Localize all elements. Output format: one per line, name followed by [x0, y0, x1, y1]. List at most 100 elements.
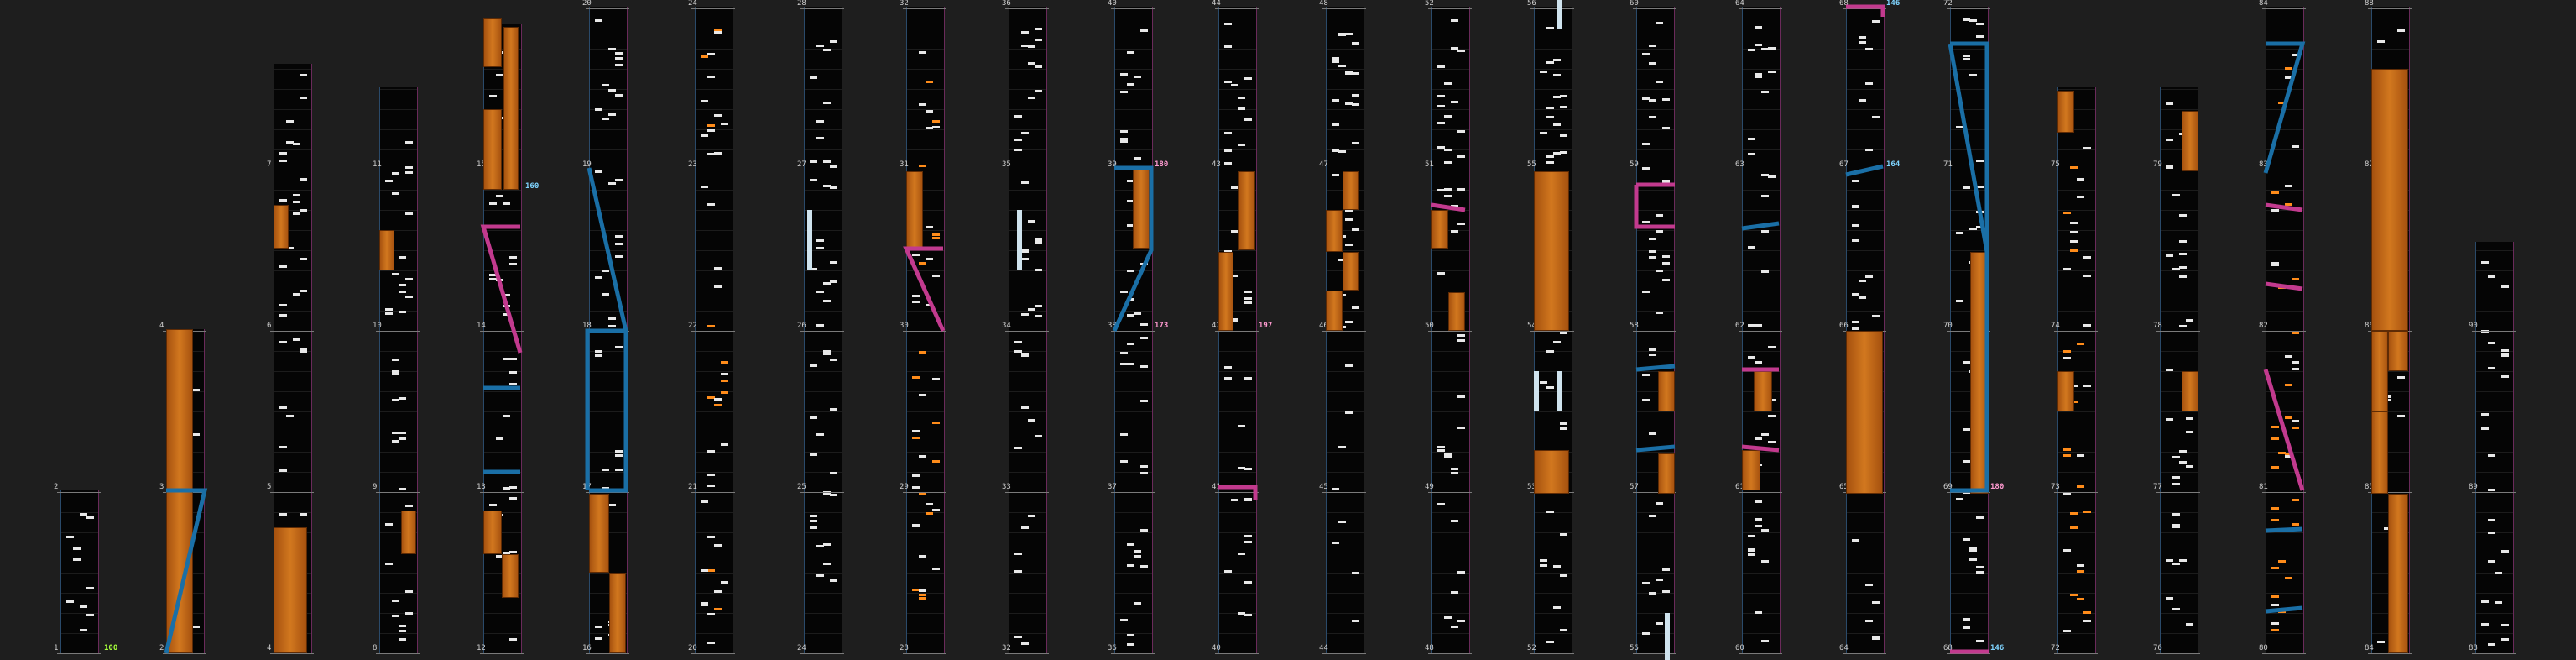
note[interactable]	[1649, 432, 1656, 435]
note[interactable]	[1444, 616, 1452, 620]
note[interactable]	[830, 40, 837, 44]
lane[interactable]	[379, 87, 418, 653]
hold-note[interactable]	[1238, 171, 1255, 250]
note[interactable]	[1127, 51, 1134, 55]
note[interactable]	[293, 293, 300, 296]
note[interactable]	[279, 198, 287, 202]
note[interactable]	[1332, 541, 1339, 544]
note[interactable]	[2063, 453, 2071, 457]
note[interactable]	[1540, 131, 1547, 134]
note[interactable]	[1546, 155, 1554, 158]
note[interactable]	[2172, 482, 2180, 485]
note[interactable]	[392, 614, 399, 617]
note[interactable]	[405, 212, 413, 215]
note[interactable]	[714, 30, 722, 34]
note[interactable]	[509, 263, 517, 266]
note[interactable]	[2063, 548, 2071, 552]
note[interactable]	[2077, 597, 2084, 600]
note[interactable]	[2271, 628, 2279, 631]
note[interactable]	[721, 581, 728, 584]
note[interactable]	[1656, 579, 1663, 582]
note[interactable]	[2488, 275, 2495, 278]
note[interactable]	[1140, 529, 1148, 532]
note[interactable]	[1956, 299, 1963, 302]
note[interactable]	[1014, 569, 1022, 573]
note[interactable]	[2186, 464, 2193, 468]
note[interactable]	[1127, 363, 1134, 366]
note[interactable]	[2292, 499, 2299, 502]
note[interactable]	[1224, 149, 1232, 153]
note[interactable]	[1437, 94, 1445, 97]
note[interactable]	[926, 226, 933, 229]
note[interactable]	[1546, 116, 1554, 119]
note[interactable]	[595, 275, 602, 279]
note[interactable]	[1546, 640, 1554, 643]
note[interactable]	[1127, 542, 1134, 546]
note[interactable]	[1976, 570, 1984, 574]
note[interactable]	[932, 237, 940, 240]
note[interactable]	[1224, 377, 1232, 380]
note[interactable]	[2292, 360, 2299, 364]
note[interactable]	[1224, 132, 1232, 135]
note[interactable]	[1238, 553, 1245, 556]
note[interactable]	[615, 178, 623, 181]
note[interactable]	[1244, 118, 1252, 122]
note[interactable]	[392, 359, 399, 362]
note[interactable]	[721, 443, 728, 447]
note[interactable]	[1865, 275, 1873, 278]
note[interactable]	[810, 179, 817, 182]
lane[interactable]	[2057, 87, 2096, 653]
note[interactable]	[496, 73, 503, 76]
note[interactable]	[1140, 400, 1148, 403]
note[interactable]	[1872, 20, 1880, 24]
note[interactable]	[2179, 324, 2187, 327]
note[interactable]	[503, 304, 510, 307]
hold-note[interactable]	[2388, 494, 2408, 653]
note[interactable]	[1852, 239, 1859, 243]
note[interactable]	[2292, 427, 2299, 430]
note[interactable]	[912, 436, 920, 439]
note[interactable]	[2083, 274, 2091, 277]
note[interactable]	[919, 554, 926, 558]
note[interactable]	[1127, 643, 1134, 647]
note[interactable]	[2278, 610, 2286, 614]
note[interactable]	[1662, 180, 1670, 183]
hold-note[interactable]	[274, 205, 289, 249]
note[interactable]	[1852, 327, 1859, 331]
note[interactable]	[1021, 31, 1029, 34]
lane[interactable]	[2266, 7, 2304, 653]
note[interactable]	[2063, 493, 2071, 496]
note[interactable]	[80, 605, 87, 608]
note[interactable]	[1345, 71, 1353, 75]
note[interactable]	[707, 484, 715, 487]
note[interactable]	[2186, 318, 2193, 322]
note[interactable]	[1244, 297, 1252, 301]
note[interactable]	[496, 194, 503, 197]
note[interactable]	[932, 460, 940, 464]
note[interactable]	[2488, 454, 2495, 458]
note[interactable]	[1662, 589, 1670, 593]
hold-note[interactable]	[483, 511, 502, 554]
note[interactable]	[2179, 266, 2187, 270]
note[interactable]	[1437, 65, 1445, 68]
note[interactable]	[816, 136, 824, 139]
note[interactable]	[1231, 83, 1238, 86]
note[interactable]	[1755, 525, 1762, 528]
note[interactable]	[1035, 65, 1042, 68]
note[interactable]	[721, 391, 728, 395]
note[interactable]	[1859, 296, 1866, 299]
note[interactable]	[1021, 313, 1029, 317]
note[interactable]	[823, 160, 831, 163]
note[interactable]	[701, 55, 708, 59]
note[interactable]	[816, 119, 824, 123]
note[interactable]	[1120, 352, 1128, 355]
note[interactable]	[399, 487, 406, 490]
note[interactable]	[2083, 256, 2091, 259]
note[interactable]	[2397, 415, 2405, 418]
note[interactable]	[2488, 560, 2495, 563]
note[interactable]	[1755, 361, 1762, 364]
note[interactable]	[1649, 354, 1656, 357]
note[interactable]	[1134, 75, 1141, 78]
note[interactable]	[2397, 375, 2405, 379]
hold-note[interactable]	[2182, 111, 2198, 171]
